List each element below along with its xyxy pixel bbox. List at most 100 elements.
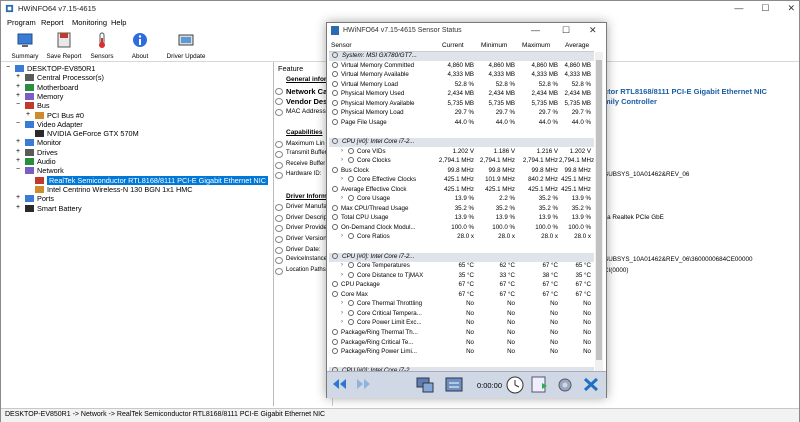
sensor-row[interactable]: Total CPU Usage 13.9 % 13.9 % 13.9 % 13.9 % xyxy=(329,214,594,223)
sensor-row[interactable]: Core Max 67 °C 67 °C 67 °C 67 °C xyxy=(329,290,594,300)
sensor-row[interactable]: Virtual Memory Committed 4,860 MB 4,860 MB… xyxy=(329,61,594,71)
sensor-name: Core Temperatures xyxy=(357,262,410,270)
sensor-row[interactable]: Package/Ring Power Limi... No No No No xyxy=(329,348,594,357)
sensor-row[interactable]: › Core Ratios 28.0 x 28.0 x 28.0 x 28.0 x xyxy=(329,233,594,242)
col-sensor[interactable]: Sensor xyxy=(331,42,352,49)
expand-chevron-icon[interactable]: › xyxy=(341,300,343,306)
col-maximum[interactable]: Maximum xyxy=(522,42,550,49)
expand-toggle-icon[interactable]: + xyxy=(16,148,25,156)
sensor-gauge-icon xyxy=(348,195,354,202)
sensor-row[interactable]: Page File Usage 44.0 % 44.0 % 44.0 % 44.0 % xyxy=(329,118,594,128)
tree-item-label: Network xyxy=(37,166,64,176)
expand-toggle-icon[interactable]: + xyxy=(16,138,25,146)
sensor-row[interactable]: › Core Distance to TjMAX 35 °C 33 °C 38 °C 35… xyxy=(329,271,594,281)
sensor-row[interactable]: › Core Critical Tempera... No No No No xyxy=(329,309,594,319)
sensor-minimize-button[interactable]: — xyxy=(531,25,540,35)
sensor-row[interactable]: › Core VIDs 1.202 V 1.186 V 1.216 V 1.202 V xyxy=(329,147,594,157)
sensor-scrollbar[interactable] xyxy=(595,52,603,377)
sensor-minimum: 101.9 MHz xyxy=(485,176,515,184)
sensor-maximum: 67 °C xyxy=(542,281,558,289)
sensors-button[interactable]: Sensors xyxy=(89,31,115,60)
save-report-button[interactable]: Save Report xyxy=(45,31,83,60)
sensor-row[interactable]: › Core Clocks 2,794.1 MHz 2,794.1 MHz 2,794.… xyxy=(329,157,594,166)
log-icon[interactable] xyxy=(529,375,549,394)
layout-icon[interactable] xyxy=(444,375,464,394)
collapse-toggle-icon[interactable]: − xyxy=(16,101,25,109)
expand-chevron-icon[interactable]: › xyxy=(341,148,343,154)
sensor-gauge-icon xyxy=(332,214,338,221)
sensor-minimum: No xyxy=(507,300,515,308)
sensor-row[interactable]: Max CPU/Thread Usage 35.2 % 35.2 % 35.2 % 35… xyxy=(329,204,594,214)
sensor-group-row[interactable]: System: MSI GX780/GT7... xyxy=(329,52,594,61)
sensor-row[interactable]: On-Demand Clock Modul... 100.0 % 100.0 % 10… xyxy=(329,223,594,233)
expand-toggle-icon[interactable]: + xyxy=(16,83,25,91)
sensor-row[interactable]: › Core Usage 13.9 % 2.2 % 35.2 % 13.9 % xyxy=(329,195,594,204)
expand-chevron-icon[interactable]: › xyxy=(341,233,343,239)
network-monitor-icon[interactable] xyxy=(415,375,435,394)
sensor-current: 35.2 % xyxy=(454,204,474,212)
sensor-average: 425.1 MHz xyxy=(561,185,591,193)
sensor-row[interactable]: › Core Temperatures 65 °C 62 °C 67 °C 65 °C xyxy=(329,262,594,271)
expand-toggle-icon[interactable]: + xyxy=(16,73,25,81)
expand-chevron-icon[interactable]: › xyxy=(341,262,343,268)
expand-chevron-icon[interactable]: › xyxy=(341,195,343,201)
nav-arrows-left-icon[interactable] xyxy=(331,375,351,394)
close-button[interactable]: ✕ xyxy=(787,3,795,14)
sensor-title-bar: HWiNFO64 v7.15-4615 Sensor Status — ☐ ✕ xyxy=(327,23,606,39)
sensor-row[interactable]: Physical Memory Used 2,434 MB 2,434 MB 2,43… xyxy=(329,90,594,99)
menu-monitoring[interactable]: Monitoring xyxy=(72,18,107,27)
sensor-row[interactable]: Package/Ring Thermal Th... No No No No xyxy=(329,328,594,338)
expand-chevron-icon[interactable]: › xyxy=(341,319,343,325)
sensor-row[interactable]: Average Effective Clock 425.1 MHz 425.1 MH… xyxy=(329,185,594,195)
settings-icon[interactable] xyxy=(555,375,575,394)
menu-program[interactable]: Program xyxy=(7,18,36,27)
col-average[interactable]: Average xyxy=(565,42,589,49)
minimize-button[interactable]: — xyxy=(734,3,743,14)
sensor-row[interactable]: Physical Memory Available 5,735 MB 5,735 M… xyxy=(329,99,594,109)
clock-icon[interactable] xyxy=(505,375,525,394)
expand-chevron-icon[interactable]: › xyxy=(341,176,343,182)
sensor-row[interactable]: Virtual Memory Available 4,333 MB 4,333 MB… xyxy=(329,71,594,80)
sensor-row[interactable]: › Core Thermal Throttling No No No No xyxy=(329,300,594,309)
expand-chevron-icon[interactable]: › xyxy=(341,272,343,278)
sensor-gauge-icon xyxy=(332,90,338,97)
expand-chevron-icon[interactable]: › xyxy=(341,157,343,163)
sensor-row[interactable]: › Core Effective Clocks 425.1 MHz 101.9 MHz… xyxy=(329,176,594,185)
sensor-group-row[interactable]: CPU [#0]: Intel Core i7-2... xyxy=(329,137,594,147)
sensor-row[interactable]: Bus Clock 99.8 MHz 99.8 MHz 99.8 MHz 99.8 MH… xyxy=(329,166,594,176)
sensor-spacer xyxy=(329,128,594,137)
sensor-row[interactable]: Physical Memory Load 29.7 % 29.7 % 29.7 % 29… xyxy=(329,109,594,118)
col-current[interactable]: Current xyxy=(442,42,464,49)
expand-toggle-icon[interactable]: + xyxy=(16,157,25,165)
sensor-close-button[interactable]: ✕ xyxy=(589,25,597,36)
expand-toggle-icon[interactable]: + xyxy=(16,194,25,202)
maximize-button[interactable]: ☐ xyxy=(761,3,769,14)
expand-toggle-icon[interactable]: + xyxy=(26,111,35,119)
exit-icon[interactable] xyxy=(581,375,601,394)
summary-button[interactable]: Summary xyxy=(9,31,41,60)
sensor-current: 2,794.1 MHz xyxy=(438,157,474,165)
sensor-row[interactable]: CPU Package 67 °C 67 °C 67 °C 67 °C xyxy=(329,281,594,290)
collapse-toggle-icon[interactable]: − xyxy=(16,120,25,128)
sensor-name: Core Effective Clocks xyxy=(357,176,417,184)
collapse-toggle-icon[interactable]: − xyxy=(6,64,15,72)
menu-help[interactable]: Help xyxy=(111,18,126,27)
sensor-average: 13.9 % xyxy=(571,214,591,222)
about-button[interactable]: About xyxy=(127,31,153,60)
nic-icon xyxy=(35,176,44,184)
col-minimum[interactable]: Minimum xyxy=(481,42,507,49)
sensor-row[interactable]: Virtual Memory Load 52.8 % 52.8 % 52.8 % 52.… xyxy=(329,80,594,90)
driver-update-button[interactable]: Driver Update xyxy=(166,31,206,60)
sensor-maximize-button[interactable]: ☐ xyxy=(562,25,570,36)
menu-report[interactable]: Report xyxy=(41,18,64,27)
expand-chevron-icon[interactable]: › xyxy=(341,310,343,316)
nav-arrows-right-icon[interactable] xyxy=(353,375,373,394)
collapse-toggle-icon[interactable]: − xyxy=(16,166,25,174)
scrollbar-thumb[interactable] xyxy=(596,60,602,360)
sensor-row[interactable]: Package/Ring Critical Te... No No No No xyxy=(329,338,594,348)
expand-toggle-icon[interactable]: + xyxy=(16,92,25,100)
expand-toggle-icon[interactable]: + xyxy=(16,204,25,212)
sensor-row[interactable]: › Core Power Limit Exc... No No No No xyxy=(329,319,594,328)
sensor-group-row[interactable]: CPU [#0]: Intel Core i7-2... xyxy=(329,252,594,262)
sensor-name: On-Demand Clock Modul... xyxy=(341,223,416,231)
